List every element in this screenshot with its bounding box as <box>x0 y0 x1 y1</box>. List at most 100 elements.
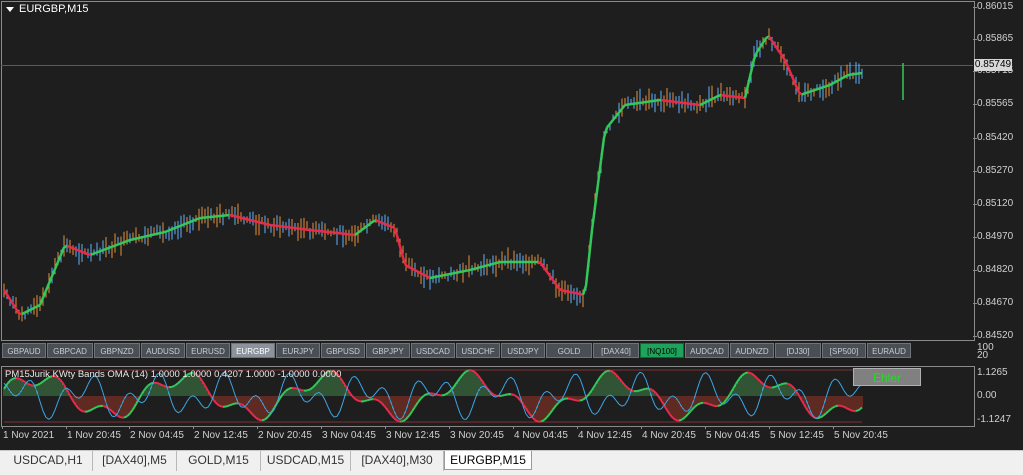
symbol-button-audnzd[interactable]: AUDNZD <box>730 343 774 358</box>
moving-average-segment <box>706 101 709 103</box>
symbol-button-eurjpy[interactable]: EURJPY <box>276 343 320 358</box>
price-axis-label: 0.85120 <box>977 199 1013 209</box>
moving-average-segment <box>415 270 418 272</box>
symbol-button-nq100[interactable]: [NQ100] <box>640 343 684 358</box>
symbol-button-dj30[interactable]: [DJ30] <box>775 343 821 358</box>
symbol-button-euraud[interactable]: EURAUD <box>867 343 911 358</box>
moving-average-segment <box>481 266 484 267</box>
moving-average-segment <box>838 79 841 81</box>
moving-average-segment <box>562 290 565 291</box>
chart-window[interactable]: EURGBP,M15 0.860150.858650.857150.855650… <box>0 0 1023 450</box>
moving-average-segment <box>268 225 271 226</box>
moving-average-segment <box>385 224 388 225</box>
moving-average-segment <box>106 248 109 249</box>
moving-average-segment <box>244 219 247 220</box>
chart-tab[interactable]: USDCAD,M15 <box>261 451 351 471</box>
time-axis-label: 1 Nov 2021 <box>3 430 54 441</box>
moving-average-segment <box>169 229 172 230</box>
moving-average-segment <box>79 251 82 252</box>
moving-average-segment <box>67 246 70 247</box>
moving-average-segment <box>700 104 703 106</box>
price-axis-label: 0.84520 <box>977 331 1013 341</box>
price-axis-label: 0.84670 <box>977 298 1013 308</box>
price-axis-tick <box>973 138 977 139</box>
ehler-button[interactable]: Ehler <box>853 368 921 386</box>
moving-average-segment <box>133 239 136 240</box>
time-axis-tick <box>129 426 130 429</box>
price-axis-tick <box>973 39 977 40</box>
symbol-button-gbpcad[interactable]: GBPCAD <box>47 343 93 358</box>
moving-average-segment <box>547 272 550 276</box>
moving-average-segment <box>472 269 475 270</box>
moving-average-segment <box>181 224 184 225</box>
symbol-button-dax40[interactable]: [DAX40] <box>593 343 639 358</box>
moving-average-segment <box>253 221 256 222</box>
current-price-tag: 0.85749 <box>974 59 1012 71</box>
symbol-button-audusd[interactable]: AUDUSD <box>141 343 185 358</box>
chart-tab[interactable]: USDCAD,H1 <box>4 451 93 471</box>
moving-average-segment <box>118 243 121 244</box>
moving-average-segment <box>574 293 577 294</box>
moving-average-segment <box>28 310 31 312</box>
symbol-button-gbpusd[interactable]: GBPUSD <box>321 343 365 358</box>
price-axis-tick <box>973 7 977 8</box>
symbol-button-usdjpy[interactable]: USDJPY <box>501 343 545 358</box>
moving-average-segment <box>451 273 454 274</box>
moving-average-segment <box>583 286 586 295</box>
moving-average-segment <box>160 232 163 233</box>
moving-average-segment <box>31 308 34 310</box>
symbol-button-gold[interactable]: GOLD <box>546 343 592 358</box>
symbol-button-usdchf[interactable]: USDCHF <box>456 343 500 358</box>
price-axis-label: 0.86015 <box>977 2 1013 12</box>
moving-average-segment <box>490 264 493 265</box>
symbol-button-bar: GBPAUDGBPCADGBPNZDAUDUSDEURUSDEURGBPEURJ… <box>2 343 974 360</box>
moving-average-segment <box>469 269 472 270</box>
moving-average-segment <box>235 216 238 217</box>
moving-average-segment <box>811 90 814 91</box>
chart-tab[interactable]: GOLD,M15 <box>177 451 261 471</box>
moving-average-segment <box>397 235 400 246</box>
chart-tab[interactable]: EURGBP,M15 <box>444 451 532 470</box>
moving-average-segment <box>94 252 97 253</box>
moving-average-segment <box>109 247 112 248</box>
time-axis-tick <box>641 426 642 429</box>
moving-average-segment <box>841 77 844 79</box>
moving-average-segment <box>151 235 154 236</box>
time-axis-label: 5 Nov 04:45 <box>706 430 760 441</box>
moving-average-segment <box>808 91 811 92</box>
moving-average-segment <box>820 87 823 88</box>
time-axis-label: 4 Nov 04:45 <box>514 430 568 441</box>
moving-average-segment <box>145 236 148 237</box>
time-axis-tick <box>513 426 514 429</box>
price-axis-label: 0.85865 <box>977 34 1013 44</box>
symbol-button-eurgbp[interactable]: EURGBP <box>231 343 275 358</box>
symbol-button-gbpjpy[interactable]: GBPJPY <box>366 343 410 358</box>
moving-average-segment <box>847 75 850 76</box>
moving-average-segment <box>439 276 442 277</box>
time-axis-label: 3 Nov 04:45 <box>322 430 376 441</box>
moving-average-segment <box>493 263 496 264</box>
symbol-button-gbpnzd[interactable]: GBPNZD <box>94 343 140 358</box>
moving-average-segment <box>388 225 391 226</box>
moving-average-segment <box>232 216 235 217</box>
moving-average-segment <box>100 250 103 251</box>
symbol-button-eurusd[interactable]: EURUSD <box>186 343 230 358</box>
symbol-button-sp500[interactable]: [SP500] <box>822 343 866 358</box>
chart-tab[interactable]: [DAX40],M5 <box>93 451 177 471</box>
symbol-button-audcad[interactable]: AUDCAD <box>685 343 729 358</box>
moving-average-segment <box>175 227 178 228</box>
time-axis-tick <box>2 426 3 429</box>
moving-average-segment <box>445 274 448 275</box>
price-axis-tick <box>973 204 977 205</box>
moving-average-segment <box>457 272 460 273</box>
chart-tab[interactable]: [DAX40],M30 <box>351 451 444 471</box>
time-axis-label: 4 Nov 12:45 <box>578 430 632 441</box>
moving-average-segment <box>34 307 37 309</box>
symbol-button-gbpaud[interactable]: GBPAUD <box>2 343 46 358</box>
symbol-button-usdcad[interactable]: USDCAD <box>411 343 455 358</box>
moving-average-segment <box>85 253 88 254</box>
moving-average-segment <box>829 84 832 85</box>
moving-average-segment <box>190 221 193 222</box>
moving-average-segment <box>814 89 817 90</box>
moving-average-segment <box>430 277 433 278</box>
